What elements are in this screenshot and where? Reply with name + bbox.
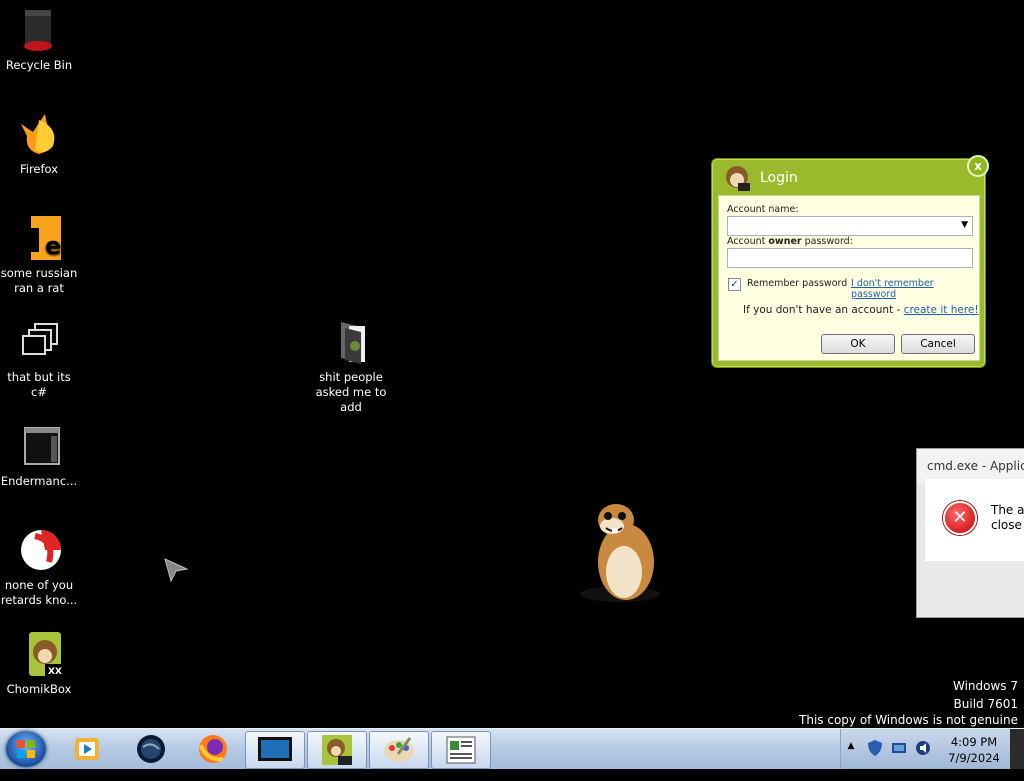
password-label-pre: Account	[727, 236, 769, 247]
login-body: Account name: ▼ Account owner password: …	[718, 195, 980, 361]
desktop-icon-label: Endermanc...	[0, 474, 78, 488]
desktop-icon-csharp[interactable]: that but its c#	[0, 318, 79, 400]
window-stack-icon	[15, 318, 63, 366]
network-icon[interactable]	[891, 741, 907, 781]
desktop-icon-label: none of you retards kno...	[0, 578, 78, 607]
clock[interactable]: 4:09 PM 7/9/2024	[944, 734, 1004, 774]
error-dialog-title: cmd.exe - Applicat	[917, 449, 1024, 483]
watermark-line2: Build 7601	[953, 697, 1018, 711]
orange-app-icon: e	[15, 214, 63, 262]
password-label: Account owner password:	[727, 236, 853, 247]
password-label-bold: owner	[768, 236, 802, 247]
paint-icon[interactable]	[369, 731, 429, 769]
desktop-icon-label: Recycle Bin	[5, 58, 73, 72]
desktop-icon-label: shit people asked me to add	[315, 370, 387, 414]
password-field[interactable]	[727, 248, 973, 268]
desktop-icon-russian-rat[interactable]: e some russian ran a rat	[0, 214, 79, 296]
chomikbox-icon: XX	[15, 630, 63, 678]
red-white-app-icon	[15, 526, 63, 574]
clock-date: 7/9/2024	[948, 751, 1000, 765]
error-message: The ap close t	[991, 503, 1024, 533]
desktop-icon-none-of-you[interactable]: none of you retards kno...	[0, 526, 79, 608]
account-name-field[interactable]: ▼	[727, 216, 973, 236]
chomikbox-logo-icon	[724, 165, 750, 191]
no-account-prefix: If you don't have an account -	[743, 304, 904, 316]
clock-time: 4:09 PM	[950, 735, 998, 749]
login-window[interactable]: Login x Account name: ▼ Account owner pa…	[711, 155, 989, 368]
document-icon[interactable]	[431, 731, 491, 769]
error-icon: ✕	[943, 501, 977, 535]
hamster-mascot	[576, 498, 666, 612]
firefox-icon[interactable]	[184, 731, 242, 767]
desktop-icon-chomikbox[interactable]: XX ChomikBox	[0, 630, 79, 697]
error-message-line2: close t	[991, 518, 1024, 532]
cancel-button[interactable]: Cancel	[901, 334, 975, 354]
firefox-icon	[15, 110, 63, 158]
show-hidden-icons-icon[interactable]: ▲	[845, 741, 857, 781]
svg-text:XX: XX	[48, 667, 62, 677]
remember-password-label: Remember password	[747, 278, 848, 289]
desktop-icon-label: Firefox	[19, 162, 59, 176]
password-label-post: password:	[801, 236, 853, 247]
windows-media-player-icon[interactable]	[58, 731, 116, 767]
close-icon[interactable]: x	[967, 155, 989, 177]
desktop-icon-endermanch[interactable]: Endermanc...	[0, 422, 79, 489]
chevron-down-icon[interactable]: ▼	[961, 220, 968, 230]
desktop-icon-firefox[interactable]: Firefox	[0, 110, 79, 177]
desktop-icon-folder[interactable]: shit people asked me to add	[311, 318, 391, 415]
error-dialog[interactable]: cmd.exe - Applicat ✕ The ap close t	[916, 448, 1024, 618]
chomikbox-icon[interactable]	[307, 731, 367, 769]
no-account-text: If you don't have an account - create it…	[743, 304, 979, 316]
watermark-line1: Windows 7	[952, 679, 1018, 693]
login-title: Login	[760, 170, 798, 186]
desktop-icon-label: some russian ran a rat	[0, 266, 78, 295]
remember-password-checkbox[interactable]: ✓	[728, 278, 741, 291]
desktop-icon-recycle-bin[interactable]: Recycle Bin	[0, 6, 79, 73]
mouse-cursor	[162, 556, 190, 588]
desktop-icon-label: that but its c#	[7, 370, 71, 399]
ok-button[interactable]: OK	[821, 334, 895, 354]
terminal-icon	[15, 422, 63, 470]
forgot-password-link[interactable]: I don't remember password	[851, 278, 979, 300]
watermark-line3: This copy of Windows is not genuine	[799, 713, 1018, 727]
volume-icon[interactable]	[915, 739, 931, 779]
globe-icon[interactable]	[122, 731, 180, 767]
svg-text:e: e	[45, 232, 61, 260]
desktop-icon-label: ChomikBox	[6, 682, 72, 696]
recycle-bin-icon	[15, 6, 63, 54]
account-name-label: Account name:	[727, 204, 799, 215]
taskbar: ▲ 4:09 PM 7/9/2024	[0, 728, 1024, 769]
create-account-link[interactable]: create it here!	[904, 304, 979, 316]
shield-icon[interactable]	[867, 739, 883, 779]
error-message-line1: The ap	[991, 503, 1024, 517]
folder-icon	[327, 318, 375, 366]
start-button[interactable]	[6, 731, 46, 767]
monitor-window-icon[interactable]	[245, 731, 305, 769]
show-desktop-button[interactable]	[1010, 729, 1024, 769]
